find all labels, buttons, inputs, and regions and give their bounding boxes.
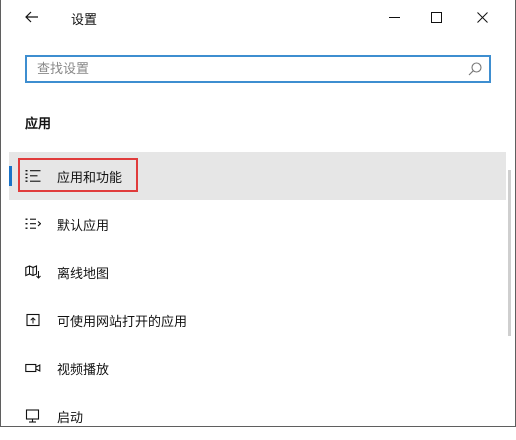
nav-item-startup[interactable]: 启动 bbox=[9, 392, 506, 440]
nav-item-offline-maps[interactable]: 离线地图 bbox=[9, 248, 506, 296]
back-button[interactable] bbox=[18, 4, 46, 30]
nav-item-apps-for-websites[interactable]: 可使用网站打开的应用 bbox=[9, 296, 506, 344]
nav-item-label: 可使用网站打开的应用 bbox=[57, 314, 188, 330]
scrollbar[interactable] bbox=[508, 170, 511, 336]
section-heading: 应用 bbox=[25, 117, 52, 132]
close-icon bbox=[476, 11, 488, 23]
close-button[interactable] bbox=[465, 4, 499, 30]
startup-icon bbox=[24, 407, 42, 425]
window-title: 设置 bbox=[71, 13, 98, 28]
search-icon[interactable] bbox=[467, 61, 483, 77]
search-input[interactable] bbox=[27, 57, 467, 81]
nav-list: 应用和功能 默认应用 离线地图 可使用网站打开的应用 视频播放 启动 bbox=[9, 152, 506, 440]
maximize-button[interactable] bbox=[419, 4, 453, 30]
nav-item-label: 离线地图 bbox=[57, 266, 110, 282]
title-bar: 设置 bbox=[1, 0, 515, 34]
nav-item-label: 启动 bbox=[57, 410, 84, 426]
arrow-left-icon bbox=[25, 11, 38, 23]
nav-item-video-playback[interactable]: 视频播放 bbox=[9, 344, 506, 392]
settings-window: 设置 应用 bbox=[0, 0, 516, 427]
search-box[interactable] bbox=[25, 55, 491, 83]
map-icon bbox=[24, 263, 42, 281]
nav-item-apps-features[interactable]: 应用和功能 bbox=[9, 152, 506, 200]
highlight-annotation bbox=[18, 158, 138, 192]
nav-item-label: 视频播放 bbox=[57, 362, 110, 378]
default-apps-icon bbox=[24, 215, 42, 233]
open-in-app-icon bbox=[24, 311, 42, 329]
minimize-icon bbox=[388, 16, 400, 18]
nav-item-label: 默认应用 bbox=[57, 218, 110, 234]
video-icon bbox=[24, 359, 42, 377]
minimize-button[interactable] bbox=[377, 4, 411, 30]
maximize-icon bbox=[430, 11, 442, 23]
nav-item-default-apps[interactable]: 默认应用 bbox=[9, 200, 506, 248]
